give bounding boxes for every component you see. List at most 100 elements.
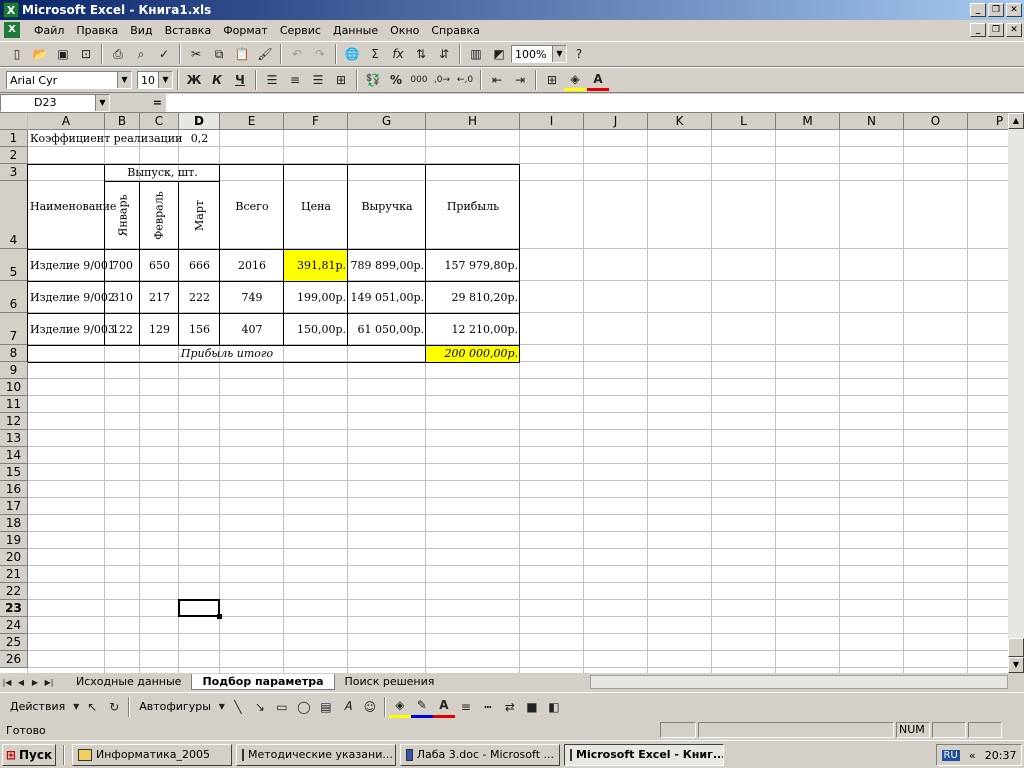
column-header[interactable]: O bbox=[904, 113, 968, 130]
cell-name[interactable]: Изделие 9/001 bbox=[28, 249, 115, 281]
line-style-icon[interactable]: ≡ bbox=[455, 696, 477, 718]
cell-feb[interactable]: 650 bbox=[140, 249, 179, 281]
cell-jan[interactable]: 122 bbox=[105, 313, 140, 345]
cut-icon[interactable]: ✂ bbox=[185, 43, 207, 65]
redo-icon[interactable]: ↷ bbox=[309, 43, 331, 65]
chevron-down-icon[interactable]: ▼ bbox=[158, 72, 172, 88]
minimize-button[interactable]: _ bbox=[970, 3, 986, 17]
rectangle-icon[interactable]: ▭ bbox=[271, 696, 293, 718]
scroll-thumb[interactable] bbox=[1008, 638, 1024, 657]
row-header[interactable]: 12 bbox=[0, 413, 28, 430]
select-all-button[interactable] bbox=[0, 113, 28, 130]
arrow-icon[interactable]: ↘ bbox=[249, 696, 271, 718]
tray-expand-icon[interactable]: « bbox=[969, 749, 976, 762]
sheet-tab-source[interactable]: Исходные данные bbox=[66, 674, 191, 690]
column-header[interactable]: L bbox=[712, 113, 776, 130]
paste-icon[interactable]: 📋 bbox=[231, 43, 253, 65]
autoshapes-menu[interactable]: Автофигуры bbox=[133, 700, 217, 713]
cell-revenue[interactable]: 61 050,00р. bbox=[348, 313, 426, 345]
hyperlink-icon[interactable]: 🌐 bbox=[341, 43, 363, 65]
column-header[interactable]: D bbox=[179, 113, 220, 130]
column-header[interactable]: K bbox=[648, 113, 712, 130]
row-header[interactable]: 13 bbox=[0, 430, 28, 447]
menu-view[interactable]: Вид bbox=[124, 24, 158, 37]
cell-total[interactable]: 2016 bbox=[220, 249, 284, 281]
cell-revenue[interactable]: 149 051,00р. bbox=[348, 281, 426, 313]
merge-center-icon[interactable]: ⊞ bbox=[330, 69, 352, 91]
cell-profit[interactable]: 12 210,00р. bbox=[426, 313, 520, 345]
cell-b3[interactable]: Выпуск, шт. bbox=[105, 164, 220, 181]
row-header[interactable]: 14 bbox=[0, 447, 28, 464]
row-header[interactable]: 18 bbox=[0, 515, 28, 532]
chart-wizard-icon[interactable]: ▥ bbox=[465, 43, 487, 65]
column-header[interactable]: I bbox=[520, 113, 584, 130]
next-sheet-icon[interactable]: ▶ bbox=[28, 671, 42, 693]
cell-price[interactable]: 150,00р. bbox=[284, 313, 348, 345]
thousands-button[interactable]: 000 bbox=[408, 69, 430, 91]
row-header[interactable]: 25 bbox=[0, 634, 28, 651]
last-sheet-icon[interactable]: ▶| bbox=[42, 671, 56, 693]
cell-e4[interactable]: Всего bbox=[220, 164, 284, 249]
column-header[interactable]: E bbox=[220, 113, 284, 130]
cell-mar[interactable]: 156 bbox=[179, 313, 220, 345]
column-header[interactable]: C bbox=[140, 113, 179, 130]
menu-format[interactable]: Формат bbox=[217, 24, 274, 37]
print-preview-icon[interactable]: ⌕ bbox=[130, 43, 152, 65]
cell-mar[interactable]: 222 bbox=[179, 281, 220, 313]
fill-color-icon[interactable]: ◈ bbox=[564, 69, 586, 91]
fill-handle[interactable] bbox=[217, 614, 222, 619]
column-header[interactable]: P bbox=[968, 113, 1008, 130]
cell-total[interactable]: 407 bbox=[220, 313, 284, 345]
doc-close-button[interactable]: ✕ bbox=[1006, 23, 1022, 37]
new-icon[interactable]: ▯ bbox=[6, 43, 28, 65]
oval-icon[interactable]: ◯ bbox=[293, 696, 315, 718]
save-icon[interactable]: ▣ bbox=[52, 43, 74, 65]
decrease-indent-icon[interactable]: ⇤ bbox=[486, 69, 508, 91]
row-header[interactable]: 8 bbox=[0, 345, 28, 362]
decrease-decimal-icon[interactable]: ←,0 bbox=[454, 69, 476, 91]
row-header[interactable]: 5 bbox=[0, 249, 28, 281]
clipart-icon[interactable]: ☺ bbox=[359, 696, 381, 718]
close-button[interactable]: ✕ bbox=[1006, 3, 1022, 17]
cell-price[interactable]: 199,00р. bbox=[284, 281, 348, 313]
cell-profit[interactable]: 29 810,20р. bbox=[426, 281, 520, 313]
copy-icon[interactable]: ⧉ bbox=[208, 43, 230, 65]
chevron-down-icon[interactable]: ▼ bbox=[217, 696, 227, 718]
chevron-down-icon[interactable]: ▼ bbox=[71, 696, 81, 718]
row-header[interactable]: 4 bbox=[0, 181, 28, 249]
row-header[interactable]: 15 bbox=[0, 464, 28, 481]
wordart-icon[interactable]: 𝐴 bbox=[337, 696, 359, 718]
cell-name[interactable]: Изделие 9/003 bbox=[28, 313, 115, 345]
row-header[interactable]: 19 bbox=[0, 532, 28, 549]
row-header[interactable]: 10 bbox=[0, 379, 28, 396]
doc-restore-button[interactable]: ❐ bbox=[988, 23, 1004, 37]
increase-decimal-icon[interactable]: ,0→ bbox=[431, 69, 453, 91]
cell-feb[interactable]: 217 bbox=[140, 281, 179, 313]
sort-desc-icon[interactable]: ⇵ bbox=[433, 43, 455, 65]
row-header[interactable]: 6 bbox=[0, 281, 28, 313]
row-header[interactable]: 1 bbox=[0, 130, 28, 147]
cell-g4[interactable]: Выручка bbox=[348, 164, 426, 249]
menu-tools[interactable]: Сервис bbox=[274, 24, 327, 37]
open-icon[interactable]: 📂 bbox=[29, 43, 51, 65]
spelling-icon[interactable]: ✓ bbox=[153, 43, 175, 65]
underline-button[interactable]: Ч bbox=[229, 69, 251, 91]
cell-h4[interactable]: Прибыль bbox=[426, 164, 520, 249]
textbox-icon[interactable]: ▤ bbox=[315, 696, 337, 718]
line-color-icon[interactable]: ✎ bbox=[410, 696, 433, 718]
vertical-scrollbar[interactable]: ▲ ▼ bbox=[1008, 113, 1024, 673]
menu-window[interactable]: Окно bbox=[384, 24, 425, 37]
align-left-icon[interactable]: ☰ bbox=[261, 69, 283, 91]
function-icon[interactable]: fx bbox=[387, 43, 409, 65]
worksheet-grid[interactable]: A B C D E F G H I J K L M N O P 1 2 3 4 5 6 7 8 9 10 11 12 13 14 15 16 1… bbox=[0, 113, 1008, 673]
selected-cell-d23[interactable] bbox=[178, 599, 220, 617]
column-header[interactable]: G bbox=[348, 113, 426, 130]
restore-button[interactable]: ❐ bbox=[988, 3, 1004, 17]
cell-jan[interactable]: 700 bbox=[105, 249, 140, 281]
undo-icon[interactable]: ↶ bbox=[286, 43, 308, 65]
cell-price[interactable]: 391,81р. bbox=[284, 249, 348, 281]
row-header[interactable]: 26 bbox=[0, 651, 28, 668]
dash-style-icon[interactable]: ┅ bbox=[477, 696, 499, 718]
font-color-icon[interactable]: A bbox=[587, 69, 609, 91]
font-size-select[interactable]: 10 ▼ bbox=[137, 71, 173, 89]
